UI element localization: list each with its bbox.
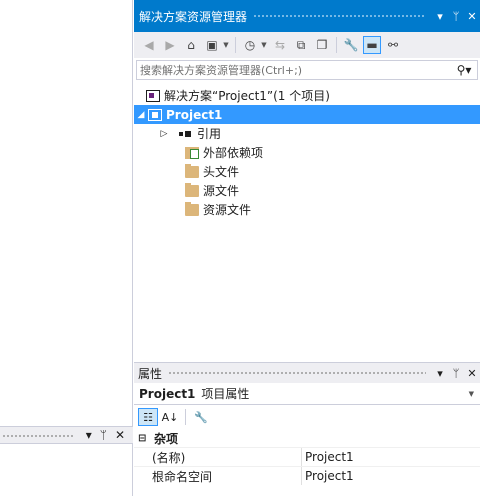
solution-explorer-title: 解决方案资源管理器 [139,9,248,24]
property-row[interactable]: (名称) Project1 [134,447,480,466]
window-position-dropdown-icon[interactable]: ▾ [432,10,448,23]
alphabetical-icon[interactable]: A↓ [160,408,180,426]
collapse-all-icon[interactable]: ⧉ [292,36,310,54]
home-icon[interactable]: ⌂ [182,36,200,54]
left-panel-titlebar: ▾ ᛘ ✕ [0,426,133,444]
switch-views-icon[interactable]: ▣ [203,36,221,54]
tree-item-header-files[interactable]: 头文件 [134,162,480,181]
tree-item-solution[interactable]: 解决方案“Project1”(1 个项目) [134,86,480,105]
tree-item-label: 解决方案“Project1”(1 个项目) [164,89,330,103]
property-value[interactable]: Project1 [302,469,354,483]
tree-item-label: Project1 [166,107,223,122]
property-pages-wrench-icon[interactable]: 🔧 [191,408,211,426]
toolbar-separator [336,37,337,53]
expand-arrow-icon[interactable]: ◢ [134,110,148,120]
pending-changes-dropdown-icon[interactable]: ▼ [260,41,268,49]
switch-views-dropdown-icon[interactable]: ▼ [222,41,230,49]
tree-item-external-dependencies[interactable]: 外部依赖项 [134,143,480,162]
left-panel-dropdown-icon[interactable]: ▾ [86,428,92,442]
back-icon[interactable]: ◀ [140,36,158,54]
collapse-toggle-icon[interactable]: ⊟ [138,433,148,444]
tree-item-label: 资源文件 [203,203,252,217]
folder-icon [185,182,199,197]
properties-title: 属性 [138,366,163,381]
left-panel-grip[interactable] [2,434,73,438]
toolbar-separator [185,409,186,425]
properties-toolbar: ☷ A↓ 🔧 [134,405,480,429]
property-value[interactable]: Project1 [302,450,354,464]
tree-item-label: 源文件 [203,184,240,198]
folder-icon [185,163,199,178]
search-icon[interactable]: ⚲▾ [451,63,477,77]
search-input[interactable] [140,63,451,77]
object-type: 项目属性 [201,387,250,401]
show-all-files-icon[interactable]: ❐ [313,36,331,54]
pending-changes-filter-icon[interactable]: ◷ [241,36,259,54]
solution-explorer-search[interactable]: ⚲▾ [136,60,478,80]
properties-wrench-icon[interactable]: 🔧 [342,36,360,54]
property-key: 根命名空间 [134,467,302,485]
auto-hide-pin-icon[interactable]: ᛘ [448,367,464,380]
window-position-dropdown-icon[interactable]: ▾ [432,367,448,380]
tree-item-resource-files[interactable]: 资源文件 [134,200,480,219]
sync-with-active-document-icon[interactable]: ⇆ [271,36,289,54]
folder-icon [185,201,199,216]
tree-item-project[interactable]: ◢ Project1 [134,105,480,124]
properties-titlebar[interactable]: 属性 ▾ ᛘ ✕ [134,363,480,383]
solution-tree: 解决方案“Project1”(1 个项目) ◢ Project1 ▷ 引用 外部… [134,86,480,219]
property-key: (名称) [134,448,302,466]
titlebar-grip [253,13,426,19]
tree-item-source-files[interactable]: 源文件 [134,181,480,200]
chevron-down-icon[interactable]: ▼ [469,390,474,398]
close-icon[interactable]: ✕ [464,10,480,23]
solution-explorer-toolbar: ◀ ▶ ⌂ ▣ ▼ ◷ ▼ ⇆ ⧉ ❐ 🔧 ▬ ⚯ [134,32,480,58]
object-selector[interactable]: Project1 项目属性 ▼ [134,383,480,405]
tree-item-label: 外部依赖项 [203,146,264,160]
auto-hide-pin-icon[interactable]: ᛘ [448,10,464,23]
preview-selected-items-icon[interactable]: ▬ [363,36,381,54]
property-category[interactable]: ⊟ 杂项 [134,429,480,447]
project-icon [148,108,162,121]
solution-icon [146,89,160,102]
external-dependencies-icon [185,146,199,159]
object-name: Project1 [139,386,196,401]
references-icon [179,128,193,140]
left-panel-close-icon[interactable]: ✕ [115,428,125,442]
close-icon[interactable]: ✕ [464,367,480,380]
solution-explorer-titlebar[interactable]: 解决方案资源管理器 ▾ ᛘ ✕ [134,0,480,32]
property-row[interactable]: 根命名空间 Project1 [134,466,480,485]
category-label: 杂项 [154,431,179,446]
left-panel-pin-icon[interactable]: ᛘ [100,428,107,442]
categorized-icon[interactable]: ☷ [138,408,158,426]
titlebar-grip [168,370,426,376]
toolbar-separator [235,37,236,53]
left-editor-area [0,0,133,496]
forward-icon[interactable]: ▶ [161,36,179,54]
tree-item-references[interactable]: ▷ 引用 [134,124,480,143]
tree-item-label: 头文件 [203,165,240,179]
collapsed-arrow-icon[interactable]: ▷ [157,129,171,139]
solution-explorer: 解决方案资源管理器 ▾ ᛘ ✕ ◀ ▶ ⌂ ▣ ▼ ◷ ▼ ⇆ ⧉ ❐ 🔧 ▬ … [134,0,480,355]
class-diagram-icon[interactable]: ⚯ [384,36,402,54]
tree-item-label: 引用 [197,127,222,141]
properties-window: 属性 ▾ ᛘ ✕ Project1 项目属性 ▼ ☷ A↓ 🔧 ⊟ 杂项 (名称… [134,362,480,496]
